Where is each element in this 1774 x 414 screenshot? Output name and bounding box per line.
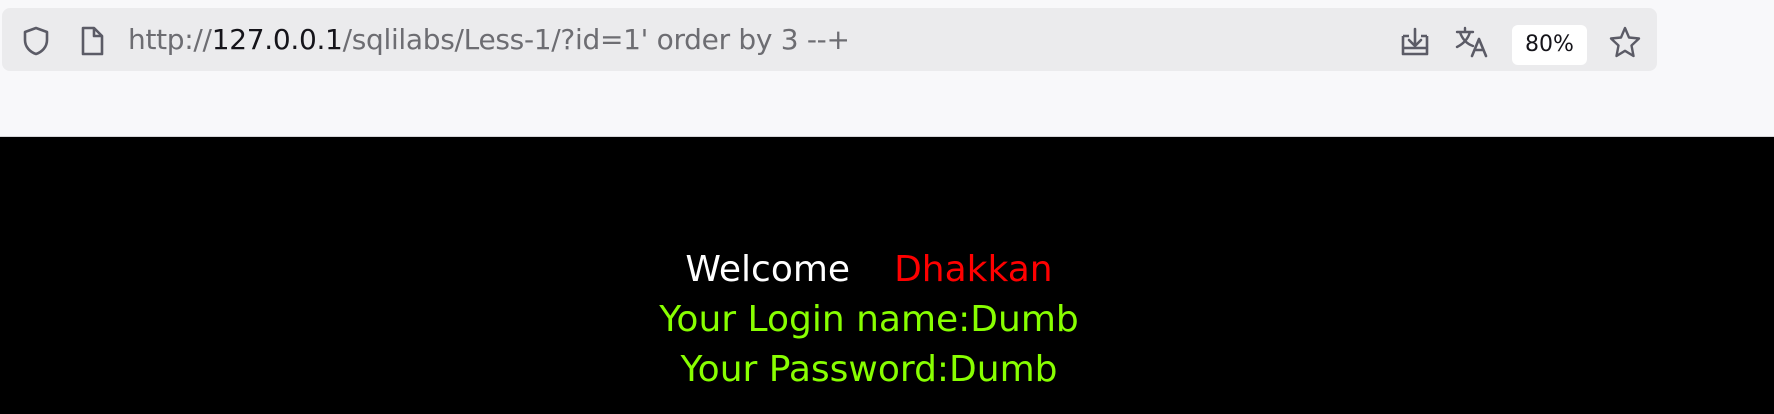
address-bar[interactable]: http://127.0.0.1/sqlilabs/Less-1/?id=1' …	[2, 8, 1657, 71]
url-host: 127.0.0.1	[211, 23, 343, 56]
url-text[interactable]: http://127.0.0.1/sqlilabs/Less-1/?id=1' …	[128, 8, 850, 71]
user-name-text: Dhakkan	[894, 249, 1053, 290]
page-icon[interactable]	[76, 25, 108, 57]
bookmark-star-icon[interactable]	[1607, 24, 1643, 60]
welcome-line: Welcome Dhakkan	[0, 245, 1738, 295]
download-icon[interactable]	[1397, 24, 1433, 60]
welcome-text: Welcome	[685, 249, 851, 290]
page-content: Welcome Dhakkan Your Login name:Dumb Your…	[0, 137, 1774, 414]
translate-icon[interactable]	[1454, 24, 1490, 60]
shield-icon[interactable]	[20, 25, 52, 57]
result-block: Welcome Dhakkan Your Login name:Dumb Your…	[0, 245, 1738, 395]
login-name-line: Your Login name:Dumb	[659, 299, 1079, 340]
browser-toolbar: http://127.0.0.1/sqlilabs/Less-1/?id=1' …	[0, 0, 1774, 137]
url-prefix: http://	[128, 23, 212, 56]
password-line: Your Password:Dumb	[680, 349, 1058, 390]
zoom-level-button[interactable]: 80%	[1512, 25, 1587, 65]
url-path: /sqlilabs/Less-1/?id=1' order by 3 --+	[342, 23, 850, 56]
